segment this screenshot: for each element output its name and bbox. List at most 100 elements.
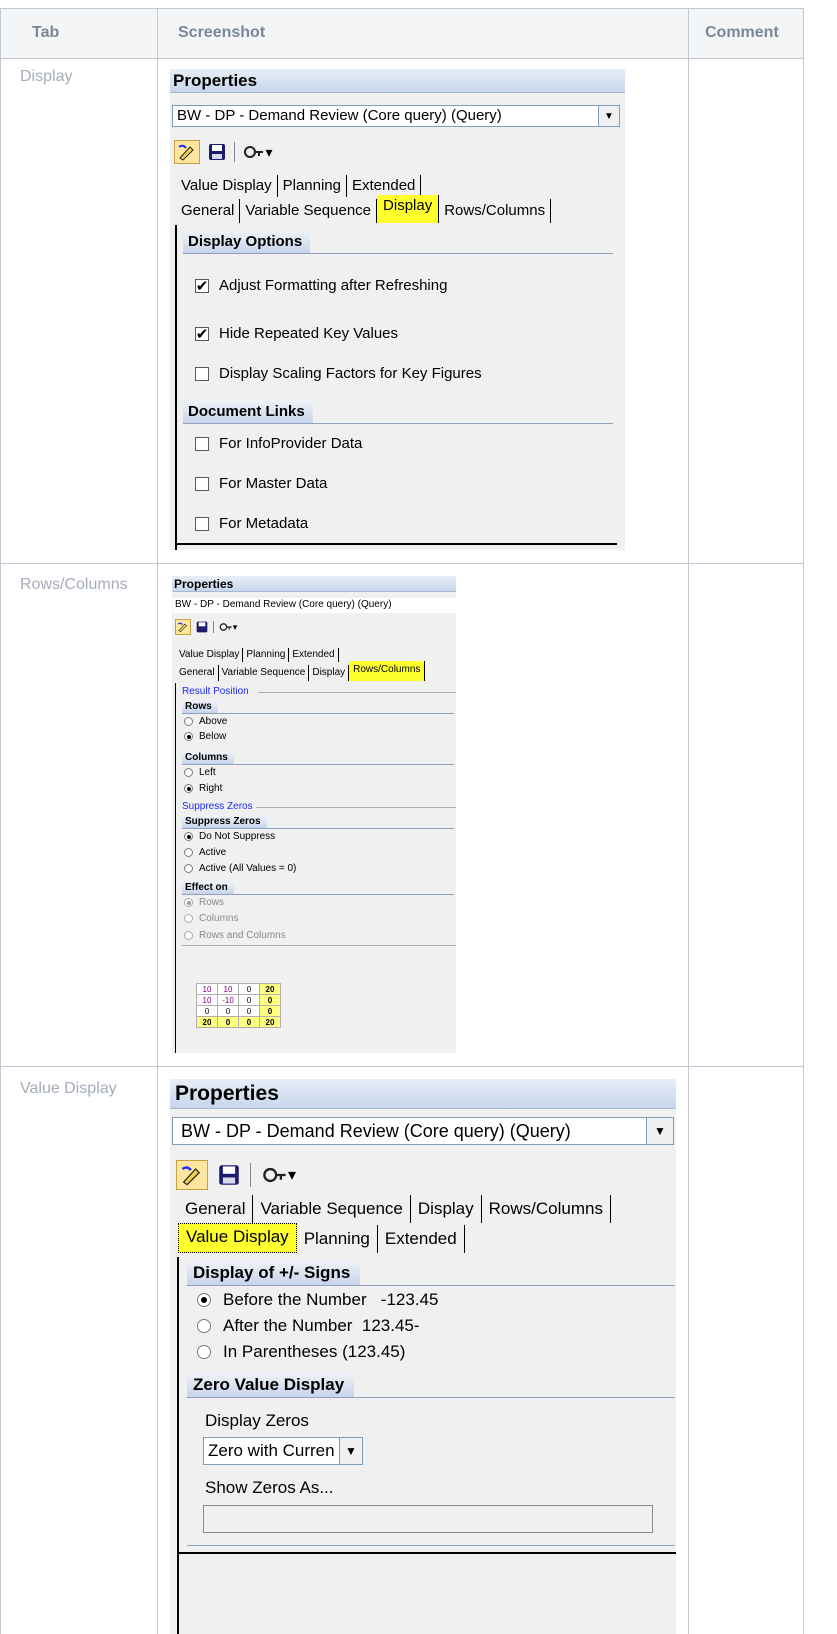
panel-title: Properties bbox=[170, 1079, 676, 1109]
radio-circle[interactable] bbox=[184, 732, 193, 741]
scaling-factors-checkbox[interactable]: Display Scaling Factors for Key Figures bbox=[195, 365, 482, 382]
table-cell: 10 bbox=[196, 994, 218, 1006]
tools-icon[interactable]: ▾ bbox=[259, 1162, 299, 1188]
radio-circle[interactable] bbox=[184, 898, 193, 907]
before-number-label: Before the Number -123.45 bbox=[223, 1290, 439, 1309]
effect-rows-radio[interactable]: Rows bbox=[184, 897, 224, 908]
chevron-down-icon[interactable]: ▼ bbox=[598, 106, 619, 126]
pencil-icon[interactable] bbox=[174, 140, 200, 164]
tab-value-display[interactable]: Value Display bbox=[176, 648, 244, 662]
master-data-checkbox[interactable]: For Master Data bbox=[195, 475, 327, 492]
checkbox-box[interactable] bbox=[195, 476, 209, 491]
tab-row-upper: Value Display Planning Extended bbox=[176, 175, 422, 197]
tab-extended[interactable]: Extended bbox=[378, 1225, 465, 1253]
radio-circle[interactable] bbox=[184, 914, 193, 923]
pencil-icon[interactable] bbox=[176, 1160, 208, 1190]
tab-variable-sequence[interactable]: Variable Sequence bbox=[253, 1195, 411, 1223]
radio-circle[interactable] bbox=[184, 768, 193, 777]
tab-display[interactable]: Display bbox=[377, 195, 440, 223]
active-radio[interactable]: Active bbox=[184, 847, 226, 858]
save-icon[interactable] bbox=[216, 1162, 242, 1188]
tab-general[interactable]: General bbox=[176, 199, 241, 223]
chevron-down-icon[interactable]: ▼ bbox=[646, 1118, 673, 1144]
save-icon[interactable] bbox=[195, 620, 209, 634]
tab-row-lower: General Variable Sequence Display Rows/C… bbox=[176, 661, 426, 681]
effect-rows-columns-radio[interactable]: Rows and Columns bbox=[184, 930, 286, 941]
radio-circle[interactable] bbox=[184, 931, 193, 940]
effect-columns-radio[interactable]: Columns bbox=[184, 913, 238, 924]
infoprovider-label: For InfoProvider Data bbox=[219, 435, 363, 452]
document-links-header: Document Links bbox=[183, 401, 313, 424]
tab-extended[interactable]: Extended bbox=[347, 175, 422, 197]
zero-value-header: Zero Value Display bbox=[187, 1373, 355, 1398]
tab-planning[interactable]: Planning bbox=[297, 1225, 378, 1253]
query-select[interactable]: BW - DP - Demand Review (Core query) (Qu… bbox=[173, 598, 456, 613]
tab-general[interactable]: General bbox=[176, 665, 219, 681]
tab-planning[interactable]: Planning bbox=[243, 648, 290, 662]
metadata-checkbox[interactable]: For Metadata bbox=[195, 515, 308, 532]
after-number-radio[interactable]: After the Number 123.45- bbox=[197, 1316, 420, 1336]
radio-circle[interactable] bbox=[184, 717, 193, 726]
adjust-formatting-checkbox[interactable]: ✔ Adjust Formatting after Refreshing bbox=[195, 277, 447, 295]
tab-planning[interactable]: Planning bbox=[278, 175, 347, 197]
save-icon[interactable] bbox=[206, 141, 228, 163]
rows-below-radio[interactable]: Below bbox=[184, 731, 226, 742]
toolbar: ▾ bbox=[175, 618, 238, 636]
tab-extended[interactable]: Extended bbox=[289, 648, 339, 662]
display-zeros-select[interactable]: Zero with Curren ▼ bbox=[203, 1437, 363, 1465]
tab-rows-columns[interactable]: Rows/Columns bbox=[482, 1195, 611, 1223]
columns-right-radio[interactable]: Right bbox=[184, 783, 222, 794]
toolbar-separator bbox=[250, 1163, 251, 1187]
rows-above-radio[interactable]: Above bbox=[184, 716, 227, 727]
table-header-row bbox=[1, 8, 804, 58]
rows-above-label: Above bbox=[199, 716, 228, 727]
checkbox-box[interactable]: ✔ bbox=[195, 278, 209, 295]
tab-display[interactable]: Display bbox=[411, 1195, 482, 1223]
active-all-radio[interactable]: Active (All Values = 0) bbox=[184, 863, 296, 874]
query-select-value: BW - DP - Demand Review (Core query) (Qu… bbox=[177, 107, 502, 124]
tools-icon[interactable]: ▾ bbox=[241, 141, 275, 163]
radio-circle[interactable] bbox=[197, 1345, 211, 1359]
scaling-factors-label: Display Scaling Factors for Key Figures bbox=[219, 365, 482, 382]
show-zeros-as-input[interactable] bbox=[203, 1505, 653, 1533]
header-tab: Tab bbox=[32, 24, 60, 41]
chevron-down-icon[interactable]: ▼ bbox=[339, 1438, 362, 1464]
columns-left-radio[interactable]: Left bbox=[184, 767, 216, 778]
tab-display[interactable]: Display bbox=[309, 665, 350, 681]
radio-circle[interactable] bbox=[184, 864, 193, 873]
table-cell: 0 bbox=[238, 994, 260, 1006]
before-number-radio[interactable]: Before the Number -123.45 bbox=[197, 1290, 438, 1310]
tab-rows-columns[interactable]: Rows/Columns bbox=[349, 661, 426, 681]
checkbox-box[interactable] bbox=[195, 436, 209, 451]
tab-rows-columns[interactable]: Rows/Columns bbox=[439, 199, 552, 223]
tab-value-display[interactable]: Value Display bbox=[178, 1223, 297, 1253]
radio-circle[interactable] bbox=[197, 1293, 211, 1307]
checkbox-box[interactable]: ✔ bbox=[195, 326, 209, 343]
hide-repeated-checkbox[interactable]: ✔ Hide Repeated Key Values bbox=[195, 325, 398, 343]
header-comment: Comment bbox=[705, 24, 779, 41]
checkbox-box[interactable] bbox=[195, 366, 209, 381]
query-select[interactable]: BW - DP - Demand Review (Core query) (Qu… bbox=[172, 105, 620, 127]
query-select[interactable]: BW - DP - Demand Review (Core query) (Qu… bbox=[172, 1117, 674, 1145]
toolbar-separator bbox=[234, 142, 235, 162]
parentheses-radio[interactable]: In Parentheses (123.45) bbox=[197, 1342, 405, 1362]
radio-circle[interactable] bbox=[184, 784, 193, 793]
tab-general[interactable]: General bbox=[178, 1195, 254, 1223]
tab-variable-sequence[interactable]: Variable Sequence bbox=[219, 665, 310, 681]
table-cell: 0 bbox=[196, 1005, 218, 1017]
table-cell: 10 bbox=[217, 983, 239, 995]
checkbox-box[interactable] bbox=[195, 516, 209, 531]
tab-value-display[interactable]: Value Display bbox=[176, 175, 278, 197]
radio-circle[interactable] bbox=[197, 1319, 211, 1333]
tools-icon[interactable]: ▾ bbox=[218, 620, 238, 634]
table-cell: 0 bbox=[238, 1016, 260, 1028]
effect-columns-label: Columns bbox=[199, 913, 239, 924]
table-cell: 20 bbox=[196, 1016, 218, 1028]
pencil-icon[interactable] bbox=[175, 619, 191, 635]
do-not-suppress-radio[interactable]: Do Not Suppress bbox=[184, 831, 275, 842]
tab-variable-sequence[interactable]: Variable Sequence bbox=[240, 199, 378, 223]
infoprovider-checkbox[interactable]: For InfoProvider Data bbox=[195, 435, 362, 452]
radio-circle[interactable] bbox=[184, 848, 193, 857]
radio-circle[interactable] bbox=[184, 832, 193, 841]
display-screenshot: Properties BW - DP - Demand Review (Core… bbox=[170, 69, 625, 550]
